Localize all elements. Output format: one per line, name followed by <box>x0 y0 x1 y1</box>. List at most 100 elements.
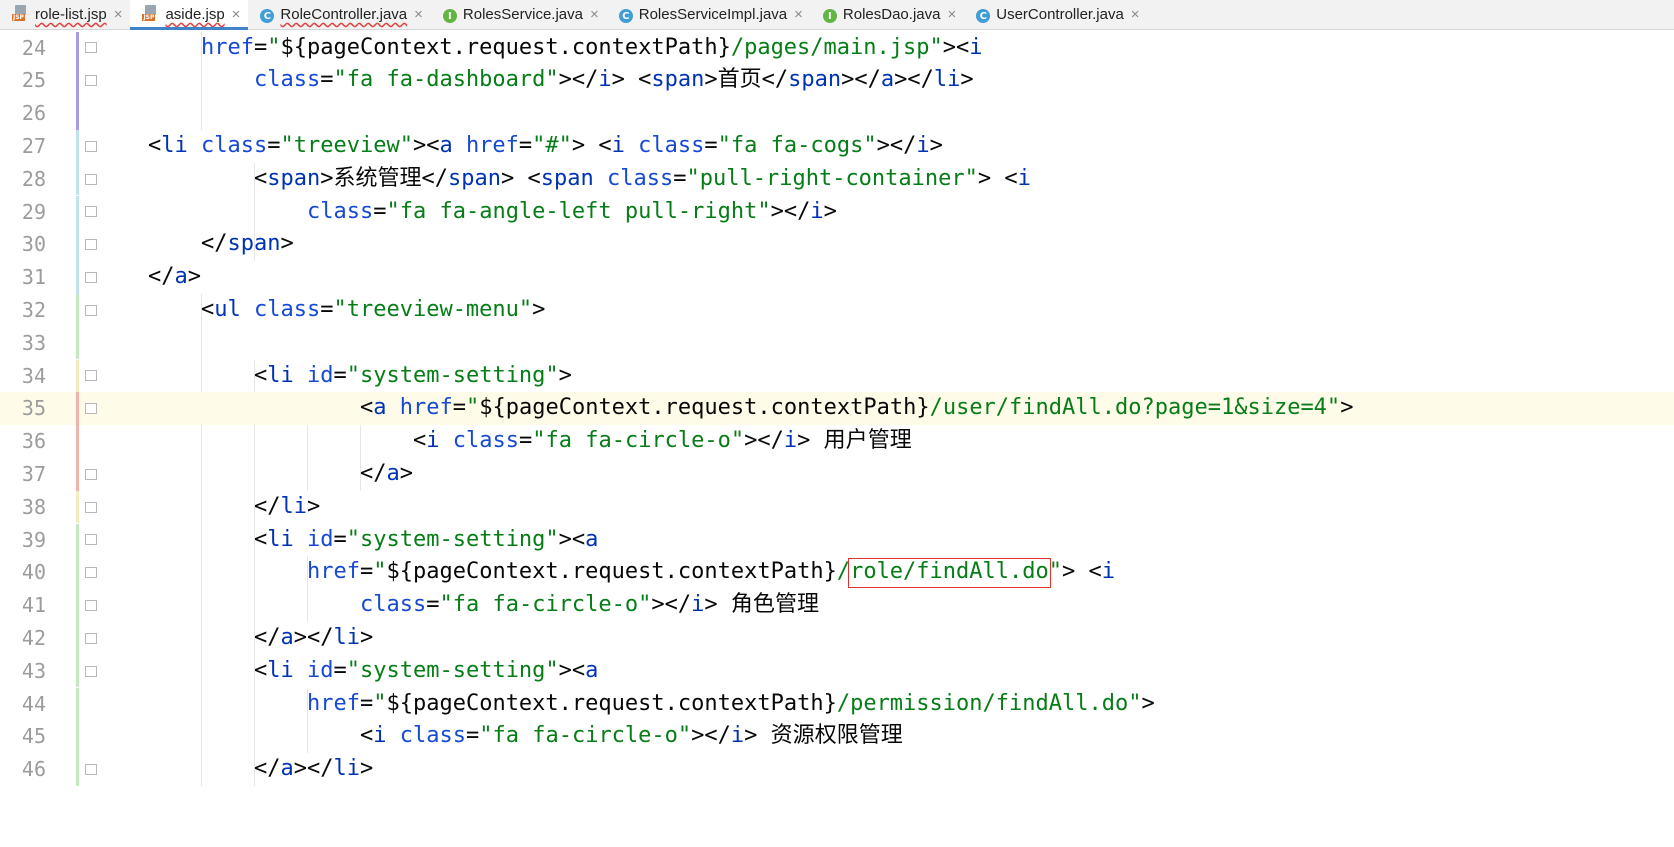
vcs-change-marker[interactable] <box>76 326 79 360</box>
close-tab-icon[interactable]: × <box>232 6 241 23</box>
fold-toggle-icon[interactable] <box>85 501 97 513</box>
fold-toggle-icon[interactable] <box>85 403 97 415</box>
code-line[interactable]: 33 <box>0 327 1674 360</box>
vcs-change-marker[interactable] <box>76 523 79 557</box>
line-number: 42 <box>21 625 46 650</box>
vcs-change-marker[interactable] <box>76 556 79 590</box>
fold-toggle-icon[interactable] <box>85 239 97 251</box>
code-line[interactable]: 39 <li id="system-setting"><a <box>0 524 1674 557</box>
tab-rolecontroller-java[interactable]: C RoleController.java × <box>248 0 431 29</box>
vcs-change-marker[interactable] <box>76 687 79 721</box>
code-line[interactable]: 26 <box>0 97 1674 130</box>
code-line[interactable]: 36 <i class="fa fa-circle-o"></i> 用户管理 <box>0 425 1674 458</box>
line-number: 35 <box>21 396 46 421</box>
fold-toggle-icon[interactable] <box>85 600 97 611</box>
vcs-change-marker[interactable] <box>76 129 79 163</box>
code-text: </a> <box>148 264 201 290</box>
vcs-change-marker[interactable] <box>76 425 79 458</box>
code-text: </a></li> <box>254 756 374 782</box>
vcs-change-marker[interactable] <box>76 753 79 786</box>
code-line[interactable]: 27 <li class="treeview"><a href="#"> <i c… <box>0 130 1674 163</box>
fold-toggle-icon[interactable] <box>85 140 97 152</box>
vcs-change-marker[interactable] <box>76 64 79 98</box>
line-number: 31 <box>21 265 46 290</box>
vcs-change-marker[interactable] <box>76 31 79 65</box>
code-line[interactable]: 31 </a> <box>0 261 1674 294</box>
vcs-change-marker[interactable] <box>76 457 79 491</box>
fold-toggle-icon[interactable] <box>85 370 97 382</box>
fold-toggle-icon[interactable] <box>85 206 97 218</box>
code-line[interactable]: 40 href="${pageContext.request.contextPa… <box>0 556 1674 589</box>
fold-toggle-icon[interactable] <box>85 534 97 546</box>
fold-toggle-icon[interactable] <box>85 468 97 480</box>
code-line[interactable]: 24 href="${pageContext.request.contextPa… <box>0 32 1674 65</box>
vcs-change-marker[interactable] <box>76 162 79 196</box>
close-tab-icon[interactable]: × <box>114 6 123 23</box>
code-line[interactable]: 29 class="fa fa-angle-left pull-right"><… <box>0 196 1674 229</box>
tab-label: UserController.java <box>996 6 1124 23</box>
line-number: 46 <box>21 757 46 782</box>
code-line[interactable]: 44 href="${pageContext.request.contextPa… <box>0 688 1674 721</box>
fold-toggle-icon[interactable] <box>85 272 97 283</box>
code-text: class="fa fa-dashboard"></i> <span>首页</s… <box>254 67 974 93</box>
tab-role-list-jsp[interactable]: JSP role-list.jsp × <box>0 0 130 29</box>
jsp-file-icon: JSP <box>12 4 29 25</box>
class-icon: C <box>976 6 991 24</box>
fold-toggle-icon[interactable] <box>85 567 97 579</box>
tab-rolesdao-java[interactable]: I RolesDao.java × <box>811 0 964 29</box>
code-line[interactable]: 32 <ul class="treeview-menu"> <box>0 294 1674 327</box>
tab-rolesserviceimpl-java[interactable]: C RolesServiceImpl.java × <box>607 0 811 29</box>
close-tab-icon[interactable]: × <box>947 6 956 23</box>
code-line[interactable]: 41 class="fa fa-circle-o"></i> 角色管理 <box>0 589 1674 622</box>
vcs-change-marker[interactable] <box>76 261 79 294</box>
line-number: 29 <box>21 199 46 224</box>
code-line[interactable]: 45 <i class="fa fa-circle-o"></i> 资源权限管理 <box>0 720 1674 753</box>
line-number: 44 <box>21 691 46 716</box>
vcs-change-marker[interactable] <box>76 720 79 754</box>
vcs-change-marker[interactable] <box>76 490 79 524</box>
code-text: class="fa fa-angle-left pull-right"></i> <box>307 198 837 224</box>
vcs-change-marker[interactable] <box>76 359 79 393</box>
vcs-change-marker[interactable] <box>76 228 79 262</box>
vcs-change-marker[interactable] <box>76 589 79 622</box>
fold-toggle-icon[interactable] <box>85 665 97 677</box>
code-line[interactable]: 42 </a></li> <box>0 622 1674 655</box>
tab-rolesservice-java[interactable]: I RolesService.java × <box>431 0 607 29</box>
vcs-change-marker[interactable] <box>76 392 79 426</box>
tab-label: RolesService.java <box>462 6 583 23</box>
vcs-change-marker[interactable] <box>76 195 79 229</box>
fold-toggle-icon[interactable] <box>85 75 97 87</box>
tab-label: aside.jsp <box>165 6 225 23</box>
vcs-change-marker[interactable] <box>76 621 79 655</box>
vcs-change-marker[interactable] <box>76 97 79 130</box>
close-tab-icon[interactable]: × <box>590 6 599 23</box>
code-text: href="${pageContext.request.contextPath}… <box>307 690 1155 716</box>
fold-toggle-icon[interactable] <box>85 42 97 54</box>
fold-toggle-icon[interactable] <box>85 173 97 185</box>
line-number: 30 <box>21 232 46 257</box>
close-tab-icon[interactable]: × <box>1131 6 1140 23</box>
tab-usercontroller-java[interactable]: C UserController.java × <box>964 0 1147 29</box>
fold-toggle-icon[interactable] <box>85 764 97 775</box>
close-tab-icon[interactable]: × <box>794 6 803 23</box>
close-tab-icon[interactable]: × <box>414 6 423 23</box>
code-line[interactable]: 25 class="fa fa-dashboard"></i> <span>首页… <box>0 64 1674 97</box>
vcs-change-marker[interactable] <box>76 293 79 327</box>
tab-label: RoleController.java <box>280 6 408 23</box>
code-line[interactable]: 46 </a></li> <box>0 753 1674 786</box>
code-editor[interactable]: 24 href="${pageContext.request.contextPa… <box>0 30 1674 847</box>
line-number: 27 <box>21 133 46 158</box>
line-number: 33 <box>21 330 46 355</box>
code-text: <a href="${pageContext.request.contextPa… <box>360 395 1354 421</box>
code-line[interactable]: 38 </li> <box>0 491 1674 524</box>
code-line[interactable]: 43 <li id="system-setting"><a <box>0 655 1674 688</box>
code-line[interactable]: 34 <li id="system-setting"> <box>0 360 1674 393</box>
vcs-change-marker[interactable] <box>76 654 79 688</box>
fold-toggle-icon[interactable] <box>85 304 97 316</box>
code-line[interactable]: 28 <span>系统管理</span> <span class="pull-r… <box>0 163 1674 196</box>
tab-aside-jsp[interactable]: JSP aside.jsp × <box>130 0 249 30</box>
code-line[interactable]: 35 <a href="${pageContext.request.contex… <box>0 392 1674 426</box>
code-line[interactable]: 37 </a> <box>0 458 1674 491</box>
code-line[interactable]: 30 </span> <box>0 228 1674 261</box>
fold-toggle-icon[interactable] <box>85 632 97 644</box>
